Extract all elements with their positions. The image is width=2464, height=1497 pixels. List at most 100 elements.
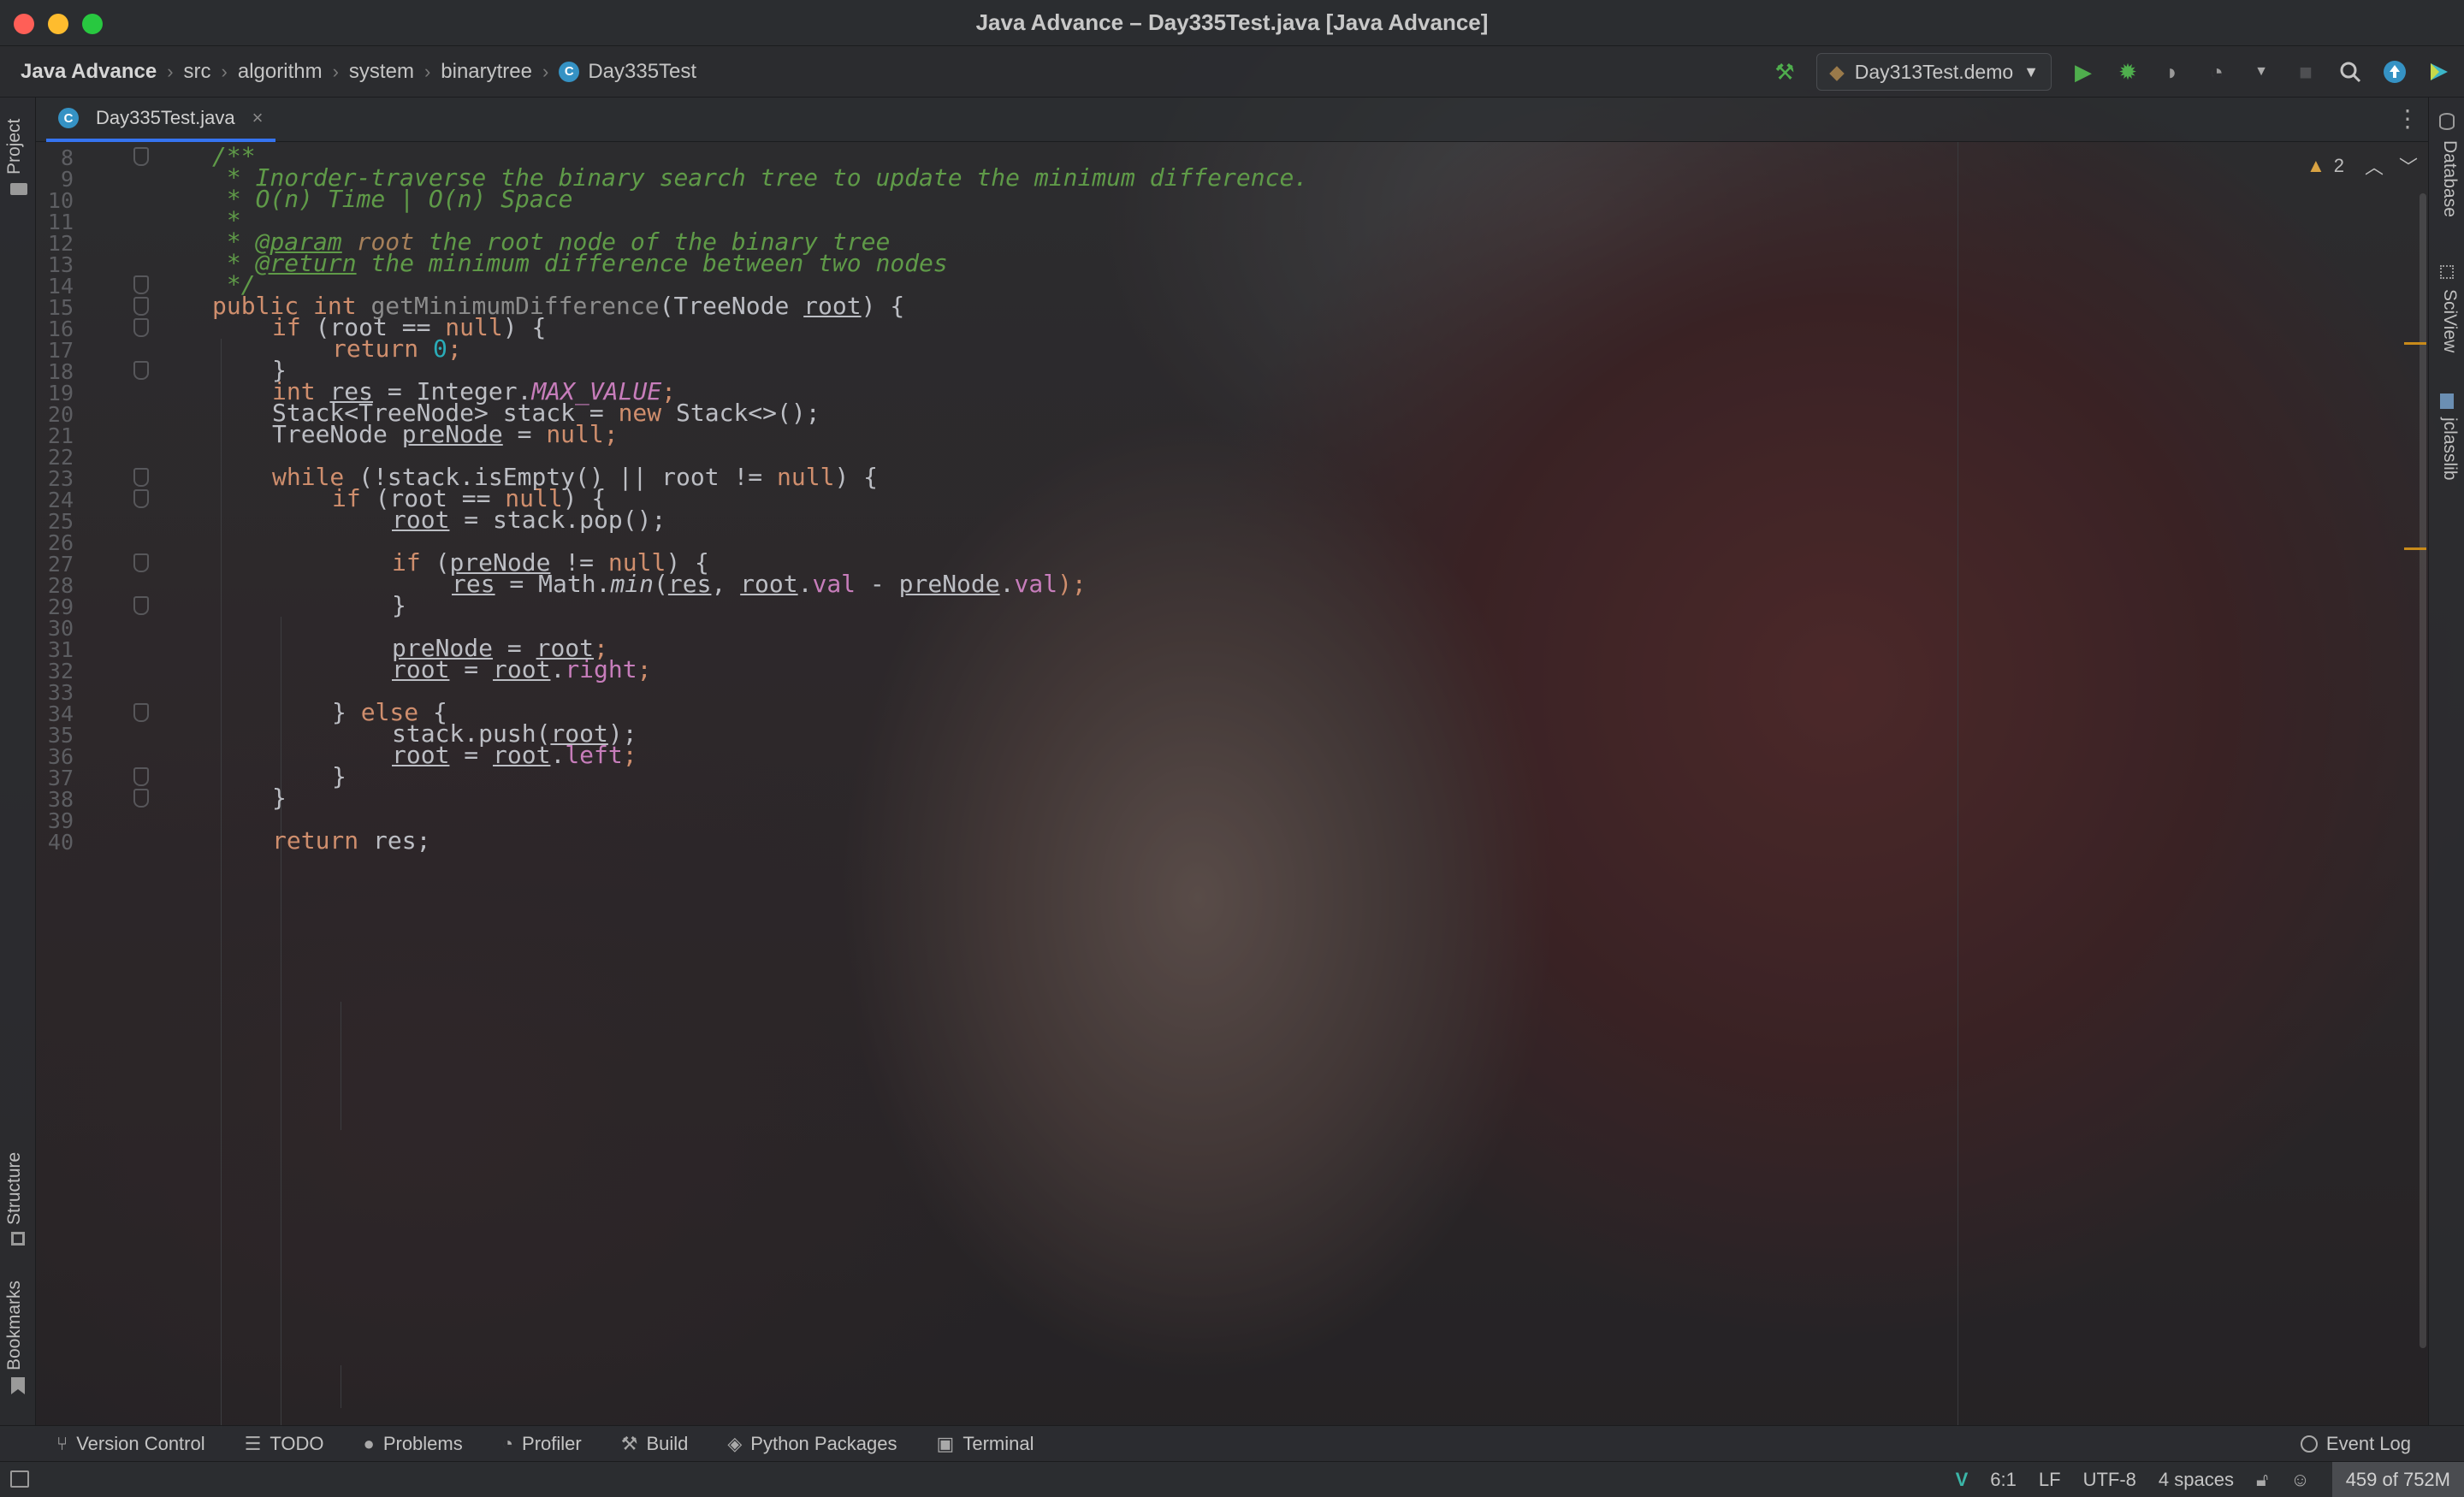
- event-log-button[interactable]: Event Log: [2300, 1426, 2411, 1462]
- number-literal: 0: [433, 334, 447, 363]
- doc-comment: the minimum difference between two nodes: [356, 249, 948, 277]
- breadcrumb-src[interactable]: src: [179, 60, 216, 84]
- tool-window-version-control[interactable]: ⑂ Version Control: [56, 1433, 205, 1455]
- run-icon[interactable]: ▶: [2070, 59, 2096, 85]
- chevron-down-icon[interactable]: ﹀: [2399, 152, 2418, 180]
- code-text: = stack.pop();: [449, 506, 666, 534]
- status-widgets: V 6:1 LF UTF-8 4 spaces 🔓︎ ☺ 459 of 752M: [1956, 1462, 2464, 1497]
- variable: root: [493, 741, 551, 769]
- close-tab-icon[interactable]: ×: [252, 107, 264, 129]
- field: val: [812, 570, 856, 598]
- tool-window-build[interactable]: ⚒ Build: [621, 1433, 689, 1455]
- fold-toggle-icon[interactable]: [133, 297, 149, 316]
- variable: root: [803, 292, 862, 320]
- breadcrumb-project[interactable]: Java Advance: [0, 60, 162, 84]
- tool-window-terminal[interactable]: ▣ Terminal: [937, 1433, 1034, 1455]
- indent-guide: [221, 339, 222, 1429]
- field: val: [1014, 570, 1058, 598]
- caret-position[interactable]: 6:1: [1990, 1469, 2017, 1491]
- more-run-options-icon[interactable]: ▼: [2248, 59, 2274, 85]
- tool-window-todo[interactable]: ☰ TODO: [245, 1433, 324, 1455]
- tool-window-problems[interactable]: ● Problems: [364, 1433, 463, 1455]
- code-text: ) {: [861, 292, 905, 320]
- breadcrumb-algorithm[interactable]: algorithm: [233, 60, 328, 84]
- update-icon[interactable]: [2382, 59, 2408, 85]
- fold-toggle-icon[interactable]: [133, 147, 149, 166]
- folder-icon: [10, 183, 27, 195]
- inspection-widget[interactable]: ▲ 2 ︿ ﹀: [2307, 152, 2418, 180]
- vertical-scrollbar[interactable]: [2420, 193, 2426, 1348]
- fold-toggle-icon[interactable]: [133, 789, 149, 808]
- fold-toggle-icon[interactable]: [133, 553, 149, 572]
- build-hammer-icon[interactable]: ⚒: [1772, 59, 1798, 85]
- code-line-40: return res;: [272, 821, 430, 861]
- code-editor[interactable]: 8 9 10 11 12 13 14 15 16 17 18 19 20 21 22 23 24 25 26 27 28…: [36, 142, 2428, 1429]
- breadcrumb-system[interactable]: system: [344, 60, 419, 84]
- bookmark-icon: [11, 1377, 25, 1394]
- breadcrumb-class[interactable]: C Day335Test: [554, 60, 702, 84]
- code-text: ) {: [834, 463, 879, 491]
- fold-toggle-icon[interactable]: [133, 703, 149, 722]
- debug-icon[interactable]: ✹: [2115, 59, 2141, 85]
- close-window-button[interactable]: [14, 14, 34, 34]
- code-text: =: [502, 420, 547, 448]
- code-line-37: }: [332, 757, 346, 796]
- toggle-tool-windows-icon[interactable]: [10, 1470, 29, 1488]
- keyword: null: [777, 463, 835, 491]
- keyword: if: [272, 313, 301, 341]
- hammer-icon: ⚒: [620, 1432, 638, 1454]
- fold-toggle-icon[interactable]: [133, 361, 149, 380]
- fold-toggle-icon[interactable]: [133, 318, 149, 337]
- tool-window-python-packages[interactable]: ◈ Python Packages: [727, 1433, 897, 1455]
- code-area[interactable]: /** * Inorder-traverse the binary search…: [212, 142, 2180, 1429]
- indent-setting[interactable]: 4 spaces: [2159, 1469, 2234, 1491]
- file-encoding[interactable]: UTF-8: [2083, 1469, 2136, 1491]
- fold-toggle-icon[interactable]: [133, 275, 149, 294]
- variable: root: [392, 741, 450, 769]
- breadcrumb-binarytree[interactable]: binarytree: [435, 60, 537, 84]
- hector-icon[interactable]: ☺: [2290, 1469, 2309, 1491]
- lock-icon[interactable]: 🔓︎: [2256, 1469, 2268, 1491]
- run-config-icon: ◆: [1829, 60, 1845, 83]
- tab-day335test[interactable]: C Day335Test.java ×: [46, 98, 275, 142]
- fold-toggle-icon[interactable]: [133, 489, 149, 508]
- sciview-tool-tab[interactable]: SciView: [2439, 289, 2460, 352]
- run-configuration-select[interactable]: ◆ Day313Test.demo ▼: [1816, 53, 2052, 91]
- code-text: Stack<>();: [661, 399, 820, 427]
- code-text: (TreeNode: [659, 292, 804, 320]
- code-text: -: [856, 570, 899, 598]
- code-text: ;: [637, 655, 652, 683]
- warning-stripe-marker[interactable]: [2404, 547, 2426, 550]
- line-separator[interactable]: LF: [2039, 1469, 2061, 1491]
- code-line-36: root = root.left;: [392, 736, 637, 775]
- tool-window-label: TODO: [270, 1432, 324, 1454]
- database-tool-tab[interactable]: Database: [2439, 140, 2460, 217]
- warning-stripe-marker[interactable]: [2404, 342, 2426, 345]
- fold-toggle-icon[interactable]: [133, 468, 149, 487]
- search-icon[interactable]: [2337, 59, 2363, 85]
- jclasslib-tool-tab[interactable]: jclasslib: [2439, 417, 2460, 481]
- fold-toggle-icon[interactable]: [133, 767, 149, 786]
- tool-window-profiler[interactable]: ◔ Profiler: [502, 1433, 582, 1455]
- code-text: }: [332, 698, 361, 726]
- chevron-up-icon[interactable]: ︿: [2365, 152, 2384, 180]
- code-line-10: * O(n) Time | O(n) Space: [212, 180, 573, 219]
- coverage-icon[interactable]: ◗: [2159, 59, 2185, 85]
- minimize-window-button[interactable]: [48, 14, 68, 34]
- bookmarks-tool-tab[interactable]: Bookmarks: [4, 1281, 25, 1370]
- profile-icon[interactable]: ◔: [2204, 59, 2230, 85]
- more-vertical-icon[interactable]: ⋮: [2396, 104, 2420, 133]
- memory-indicator[interactable]: 459 of 752M: [2331, 1462, 2464, 1497]
- fold-toggle-icon[interactable]: [133, 596, 149, 615]
- plugin-logo-icon[interactable]: [2426, 59, 2452, 85]
- keyword: new: [618, 399, 662, 427]
- code-text: ;: [447, 334, 462, 363]
- code-text: );: [1057, 570, 1087, 598]
- maximize-window-button[interactable]: [82, 14, 103, 34]
- project-tool-tab[interactable]: Project: [4, 119, 25, 175]
- tool-window-label: Problems: [382, 1432, 463, 1454]
- stop-icon[interactable]: ■: [2293, 59, 2319, 85]
- code-text: (: [654, 570, 668, 598]
- vue-plugin-icon[interactable]: V: [1956, 1469, 1969, 1491]
- structure-tool-tab[interactable]: Structure: [4, 1152, 25, 1225]
